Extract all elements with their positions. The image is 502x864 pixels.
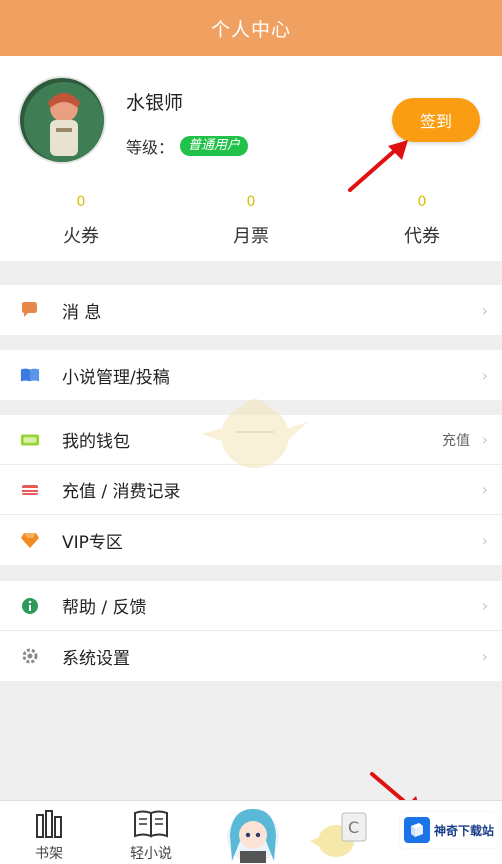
profile-card: 水银师 等级： 普通用户 签到 0 火券 0 月票 0 代券 — [0, 56, 502, 261]
open-book-icon — [134, 810, 168, 838]
app-header: 个人中心 — [0, 0, 502, 56]
chevron-right-icon: › — [481, 365, 488, 385]
menu-label: 消 息 — [62, 302, 102, 323]
level-badge: 普通用户 — [180, 136, 249, 156]
menu-label: 系统设置 — [62, 648, 130, 669]
stat-label: 月票 — [233, 226, 269, 247]
menu-label: 小说管理/投稿 — [62, 367, 170, 388]
username: 水银师 — [126, 92, 184, 114]
level-row: 等级： 普通用户 — [126, 134, 249, 158]
menu-item-vip[interactable]: VIP专区 › — [0, 515, 502, 565]
stat-value: 0 — [76, 194, 86, 210]
menu-group-messages: 消 息 › — [0, 285, 502, 335]
recharge-link[interactable]: 充值 — [442, 430, 470, 450]
site-logo-badge: 神奇下载站 — [400, 812, 498, 848]
chevron-right-icon: › — [481, 596, 488, 615]
avatar[interactable] — [18, 76, 106, 164]
wallet-icon — [20, 430, 40, 450]
flag-card-icon — [20, 480, 40, 500]
menu-item-help[interactable]: 帮助 / 反馈 › — [0, 581, 502, 631]
menu-label: 我的钱包 — [62, 432, 130, 452]
book-icon — [20, 365, 40, 385]
bookshelf-icon — [36, 810, 62, 838]
chevron-right-icon: › — [481, 530, 488, 550]
avatar-image — [20, 78, 104, 162]
mascot-watermark-icon — [202, 399, 308, 468]
diamond-icon — [20, 530, 40, 550]
mascot-icon: C — [310, 812, 367, 857]
chevron-right-icon: › — [481, 300, 488, 320]
stat-yuepiao[interactable]: 0 月票 — [191, 194, 311, 248]
stat-daiquan[interactable]: 0 代券 — [362, 194, 482, 248]
red-arrow-icon — [348, 140, 408, 192]
page-title: 个人中心 — [210, 18, 291, 41]
chevron-right-icon: › — [481, 646, 488, 666]
site-logo-text: 神奇下载站 — [434, 823, 495, 838]
info-icon — [20, 596, 40, 616]
chat-bubble-icon — [20, 300, 40, 320]
stat-huoquan[interactable]: 0 火券 — [21, 194, 141, 248]
anime-character-icon — [227, 809, 279, 863]
menu-item-settings[interactable]: 系统设置 › — [0, 631, 502, 681]
menu-label: 充值 / 消费记录 — [62, 482, 181, 502]
stat-value: 0 — [246, 194, 256, 210]
gear-icon — [20, 646, 40, 666]
chevron-right-icon: › — [481, 480, 488, 499]
menu-item-messages[interactable]: 消 息 › — [0, 285, 502, 335]
svg-text:C: C — [348, 818, 359, 837]
menu-label: 帮助 / 反馈 — [62, 598, 147, 618]
tab-center-character[interactable] — [216, 801, 290, 864]
chevron-right-icon: › — [481, 430, 488, 449]
level-label: 等级： — [126, 138, 175, 157]
tab-bookshelf[interactable]: 书架 — [14, 801, 84, 864]
menu-label: VIP专区 — [62, 532, 123, 553]
site-logo-icon — [404, 817, 430, 843]
stat-label: 火券 — [63, 226, 99, 247]
tab-light-novel[interactable]: 轻小说 — [116, 801, 186, 864]
tab-label: 书架 — [35, 846, 63, 862]
tab-label: 轻小说 — [130, 846, 172, 862]
stat-value: 0 — [417, 194, 427, 210]
tab-mascot[interactable]: C — [306, 801, 376, 864]
stat-label: 代券 — [404, 226, 440, 247]
menu-group-help: 帮助 / 反馈 › 系统设置 › — [0, 581, 502, 681]
